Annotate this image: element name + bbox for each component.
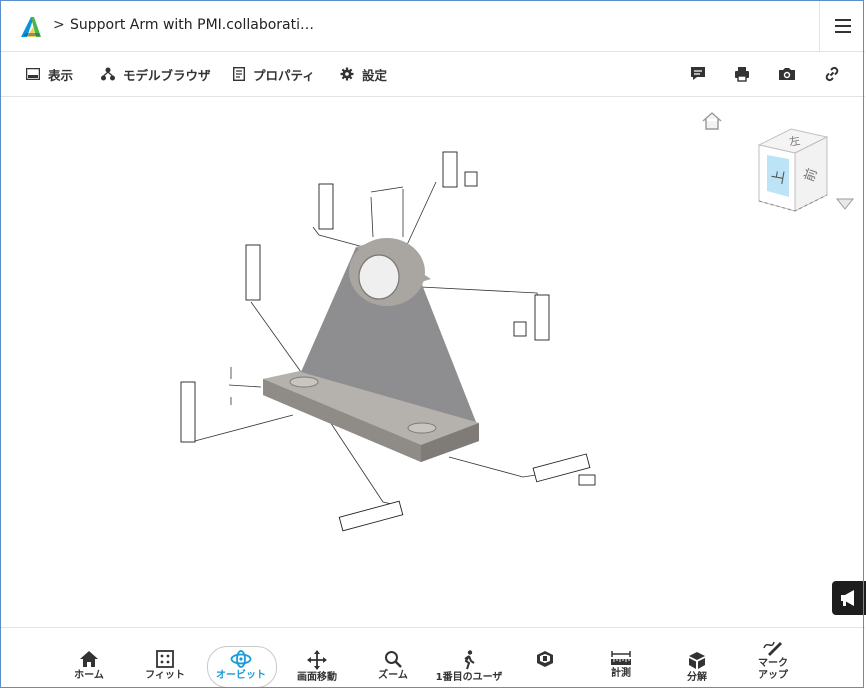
model-tree-icon: [101, 67, 115, 81]
3d-viewport[interactable]: 上 前 左: [1, 97, 866, 627]
toolbar-model-browser-label: モデルブラウザ: [123, 67, 211, 83]
tool-markup-label: マーク アップ: [758, 658, 788, 681]
tool-measure-button[interactable]: 計測: [585, 628, 657, 688]
announcement-button[interactable]: [832, 581, 866, 615]
hamburger-menu-button[interactable]: [819, 1, 866, 51]
toolbar-properties-label: プロパティ: [253, 67, 315, 83]
section-icon: [537, 651, 553, 667]
fit-icon: [156, 650, 174, 668]
tool-zoom-label: ズーム: [378, 670, 408, 681]
breadcrumb-chevron-icon: >: [53, 17, 65, 33]
toolbar-settings-label: 設定: [362, 67, 388, 83]
orbit-icon: [230, 650, 252, 668]
toolbar-model-browser-button[interactable]: モデルブラウザ: [101, 52, 211, 96]
markup-icon: [763, 641, 782, 656]
tool-home-button[interactable]: ホーム: [53, 628, 125, 688]
tool-section-button[interactable]: [509, 628, 581, 688]
tool-pan-button[interactable]: 画面移動: [281, 628, 353, 688]
autodesk-logo-icon[interactable]: [19, 15, 43, 39]
tool-orbit-button[interactable]: オービット: [205, 628, 277, 688]
app-header: > Support Arm with PMI.collaborati…: [1, 1, 865, 52]
tool-fit-button[interactable]: フィット: [129, 628, 201, 688]
pan-icon: [307, 650, 327, 670]
top-toolbar: 表示 モデルブラウザ プロパティ 設定: [1, 52, 865, 97]
toolbar-properties-button[interactable]: プロパティ: [233, 52, 315, 96]
comment-icon[interactable]: [688, 64, 708, 84]
tool-home-label: ホーム: [74, 670, 104, 681]
tool-first-person-button[interactable]: 1番目のユーザ: [425, 628, 513, 688]
tool-first-person-label: 1番目のユーザ: [435, 672, 503, 683]
properties-icon: [233, 67, 245, 81]
tool-zoom-button[interactable]: ズーム: [357, 628, 429, 688]
toolbar-display-label: 表示: [48, 67, 74, 83]
tool-pan-label: 画面移動: [297, 672, 337, 683]
toolbar-display-button[interactable]: 表示: [26, 52, 73, 96]
explode-icon: [689, 652, 705, 669]
gear-icon: [340, 67, 354, 81]
first-person-icon: [464, 650, 475, 670]
display-icon: [26, 68, 40, 80]
tool-explode-label: 分解: [687, 672, 707, 683]
support-arm-model[interactable]: [1, 97, 865, 627]
tool-fit-label: フィット: [145, 670, 185, 681]
document-title[interactable]: Support Arm with PMI.collaborati…: [70, 17, 314, 33]
tool-markup-button[interactable]: マーク アップ: [737, 628, 809, 688]
print-icon[interactable]: [732, 64, 752, 84]
megaphone-icon: [841, 590, 854, 606]
measure-icon: [611, 651, 631, 665]
tool-explode-button[interactable]: 分解: [661, 628, 733, 688]
home-icon: [80, 651, 98, 667]
camera-icon[interactable]: [777, 64, 797, 84]
tool-orbit-label: オービット: [216, 670, 266, 681]
toolbar-settings-button[interactable]: 設定: [340, 52, 387, 96]
link-icon[interactable]: [822, 64, 842, 84]
tool-measure-label: 計測: [611, 668, 631, 679]
zoom-icon: [385, 651, 402, 668]
bottom-toolbar: ホーム フィット オービット 画面移動 ズーム 1番目のユーザ 計測 分解 マー…: [1, 627, 865, 690]
